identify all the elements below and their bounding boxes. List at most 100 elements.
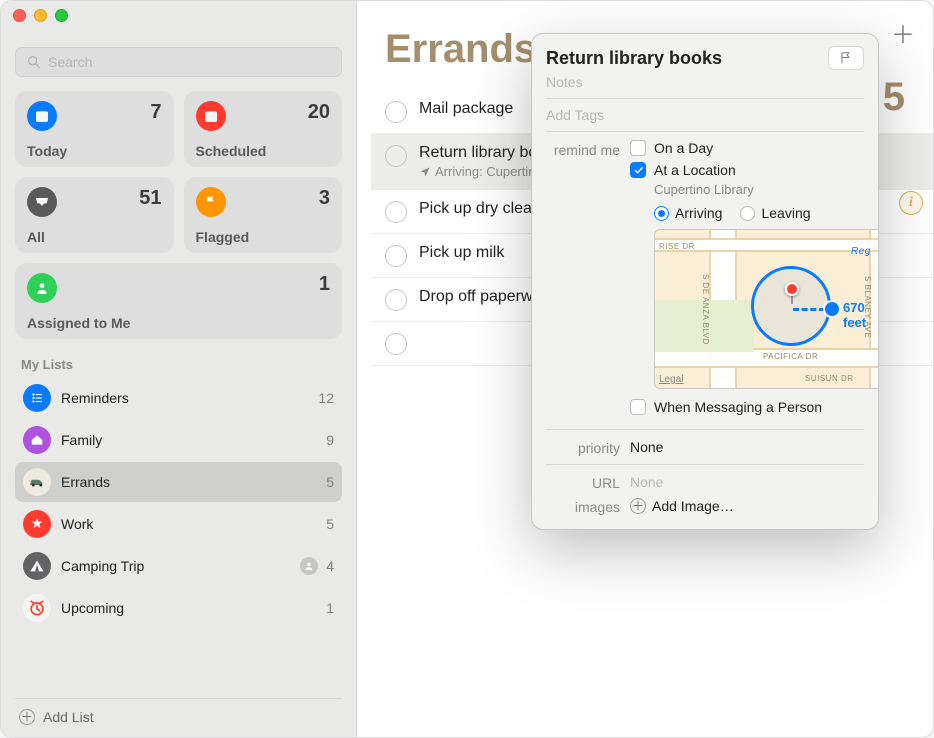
map-street-label: RISE DR [659,242,695,251]
sidebar-item-label: Upcoming [61,600,124,616]
map-street-label: SUISUN DR [805,374,854,383]
location-value[interactable]: Cupertino Library [654,182,879,197]
tags-field[interactable]: Add Tags [546,107,864,123]
smart-flagged[interactable]: 3 Flagged [184,177,343,253]
sidebar-item-upcoming[interactable]: Upcoming 1 [15,588,342,628]
sidebar-item-count: 4 [326,558,334,574]
smart-assigned[interactable]: 1 Assigned to Me [15,263,342,339]
images-label: images [546,497,620,515]
checkbox-checked-icon [630,162,646,178]
sidebar-item-label: Camping Trip [61,558,144,574]
info-button[interactable]: i [899,191,923,215]
map-street-label: PACIFICA DR [763,352,818,361]
star-icon [23,510,51,538]
add-list-label: Add List [43,709,94,725]
task-title: Mail package [419,100,513,118]
zoom-window-button[interactable] [55,9,68,22]
smart-assigned-label: Assigned to Me [27,315,330,331]
radius-distance: 670 feet [843,300,879,330]
radius-handle[interactable] [825,302,839,316]
at-location-checkbox[interactable]: At a Location [630,162,879,178]
plus-circle-icon: ＋ [19,709,35,725]
map-street-label: S DE ANZA BLVD [701,274,710,345]
add-image-button[interactable]: ＋ Add Image… [630,498,864,514]
flag-outline-icon [839,51,853,65]
car-icon [23,468,51,496]
smart-scheduled-count: 20 [308,101,330,124]
flag-toggle-button[interactable] [828,46,864,70]
alarm-clock-icon [23,594,51,622]
add-image-label: Add Image… [652,498,734,514]
task-title: Pick up milk [419,244,504,262]
sidebar-item-count: 9 [326,432,334,448]
task-checkbox[interactable] [385,145,407,167]
sidebar-item-count: 5 [326,516,334,532]
when-messaging-checkbox[interactable]: When Messaging a Person [630,399,879,415]
task-checkbox[interactable] [385,333,407,355]
search-icon [26,54,42,70]
url-field[interactable]: None [630,474,864,490]
checkbox-icon [630,399,646,415]
geofence-radius[interactable] [751,266,831,346]
radio-selected-icon [654,206,669,221]
sidebar-item-label: Errands [61,474,110,490]
task-checkbox[interactable] [385,289,407,311]
inbox-icon [27,187,57,217]
task-checkbox[interactable] [385,101,407,123]
sidebar-item-count: 1 [326,600,334,616]
sidebar-item-reminders[interactable]: Reminders 12 [15,378,342,418]
smart-assigned-count: 1 [319,273,330,296]
sidebar-item-errands[interactable]: Errands 5 [15,462,342,502]
sidebar-item-label: Reminders [61,390,129,406]
house-icon [23,426,51,454]
sidebar-item-work[interactable]: Work 5 [15,504,342,544]
search-input[interactable]: Search [15,47,342,77]
arriving-radio[interactable]: Arriving [654,205,722,221]
smart-lists: 7 Today 20 Scheduled 51 [15,91,342,339]
add-list-button[interactable]: ＋ Add List [15,698,342,737]
app-window: Search 7 Today 20 Schedul [0,0,934,738]
shared-person-icon [300,557,318,575]
sidebar-section-header: My Lists [21,357,342,372]
sidebar-item-family[interactable]: Family 9 [15,420,342,460]
map-poi-label: Reg [851,246,871,257]
leaving-radio[interactable]: Leaving [740,205,810,221]
sidebar: Search 7 Today 20 Schedul [1,1,357,737]
location-arrow-icon [419,166,431,178]
on-a-day-checkbox[interactable]: On a Day [630,140,879,156]
arriving-label: Arriving [675,205,722,221]
priority-label: priority [546,438,620,456]
close-window-button[interactable] [13,9,26,22]
location-map[interactable]: RISE DR S DE ANZA BLVD PACIFICA DR S BLA… [654,229,879,389]
radio-icon [740,206,755,221]
leaving-label: Leaving [761,205,810,221]
map-legal-link[interactable]: Legal [659,374,683,385]
smart-today-label: Today [27,143,162,159]
minimize-window-button[interactable] [34,9,47,22]
sidebar-item-label: Family [61,432,102,448]
popover-title[interactable]: Return library books [546,48,722,69]
url-label: URL [546,473,620,491]
calendar-icon [196,101,226,131]
smart-all-label: All [27,229,162,245]
sidebar-item-camping[interactable]: Camping Trip 4 [15,546,342,586]
reminder-details-popover: Return library books Notes Add Tags remi… [531,33,879,530]
smart-scheduled-label: Scheduled [196,143,331,159]
smart-scheduled[interactable]: 20 Scheduled [184,91,343,167]
at-location-label: At a Location [654,162,736,178]
search-placeholder: Search [48,54,92,70]
checkbox-icon [630,140,646,156]
smart-all-count: 51 [139,187,161,210]
smart-all[interactable]: 51 All [15,177,174,253]
smart-flagged-count: 3 [319,187,330,210]
sidebar-item-count: 5 [326,474,334,490]
new-reminder-button[interactable]: ＋ [891,15,915,50]
sidebar-item-label: Work [61,516,93,532]
calendar-today-icon [27,101,57,131]
task-checkbox[interactable] [385,245,407,267]
smart-today[interactable]: 7 Today [15,91,174,167]
remind-me-label: remind me [546,140,620,158]
priority-select[interactable]: None [630,439,864,455]
notes-field[interactable]: Notes [546,74,864,90]
task-checkbox[interactable] [385,201,407,223]
